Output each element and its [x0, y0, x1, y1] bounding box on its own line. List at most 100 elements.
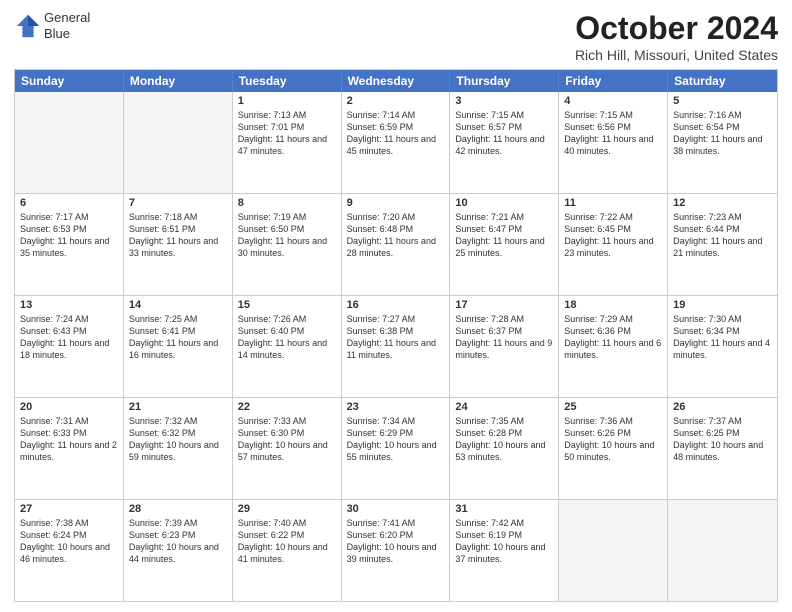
- calendar-header: Sunday Monday Tuesday Wednesday Thursday…: [15, 70, 777, 92]
- day-info: Sunrise: 7:35 AM Sunset: 6:28 PM Dayligh…: [455, 415, 553, 464]
- day-number: 31: [455, 503, 553, 515]
- table-row: 8 Sunrise: 7:19 AM Sunset: 6:50 PM Daylig…: [233, 194, 342, 295]
- day-number: 19: [673, 299, 772, 311]
- table-row: 27 Sunrise: 7:38 AM Sunset: 6:24 PM Dayli…: [15, 500, 124, 601]
- day-info: Sunrise: 7:25 AM Sunset: 6:41 PM Dayligh…: [129, 313, 227, 362]
- day-number: 4: [564, 95, 662, 107]
- logo-line2: Blue: [44, 26, 90, 42]
- day-info: Sunrise: 7:33 AM Sunset: 6:30 PM Dayligh…: [238, 415, 336, 464]
- day-number: 28: [129, 503, 227, 515]
- day-number: 12: [673, 197, 772, 209]
- day-info: Sunrise: 7:15 AM Sunset: 6:57 PM Dayligh…: [455, 109, 553, 158]
- day-info: Sunrise: 7:41 AM Sunset: 6:20 PM Dayligh…: [347, 517, 445, 566]
- table-row: 30 Sunrise: 7:41 AM Sunset: 6:20 PM Dayli…: [342, 500, 451, 601]
- table-row: 20 Sunrise: 7:31 AM Sunset: 6:33 PM Dayli…: [15, 398, 124, 499]
- day-number: 15: [238, 299, 336, 311]
- calendar-week-1: 1Sunrise: 7:13 AM Sunset: 7:01 PM Daylig…: [15, 92, 777, 193]
- day-info: Sunrise: 7:21 AM Sunset: 6:47 PM Dayligh…: [455, 211, 553, 260]
- day-info: Sunrise: 7:38 AM Sunset: 6:24 PM Dayligh…: [20, 517, 118, 566]
- day-info: Sunrise: 7:22 AM Sunset: 6:45 PM Dayligh…: [564, 211, 662, 260]
- table-row: 23Sunrise: 7:34 AM Sunset: 6:29 PM Dayli…: [342, 398, 451, 499]
- table-row: 22 Sunrise: 7:33 AM Sunset: 6:30 PM Dayli…: [233, 398, 342, 499]
- calendar-week-2: 6 Sunrise: 7:17 AM Sunset: 6:53 PM Daylig…: [15, 193, 777, 295]
- day-number: 2: [347, 95, 445, 107]
- table-row: 6 Sunrise: 7:17 AM Sunset: 6:53 PM Daylig…: [15, 194, 124, 295]
- table-row: 3 Sunrise: 7:15 AM Sunset: 6:57 PM Daylig…: [450, 92, 559, 193]
- logo-line1: General: [44, 10, 90, 26]
- day-number: 29: [238, 503, 336, 515]
- calendar-title: October 2024: [575, 10, 778, 47]
- table-row: 17Sunrise: 7:28 AM Sunset: 6:37 PM Dayli…: [450, 296, 559, 397]
- table-row: 15Sunrise: 7:26 AM Sunset: 6:40 PM Dayli…: [233, 296, 342, 397]
- page: General Blue October 2024 Rich Hill, Mis…: [0, 0, 792, 612]
- table-row: 1Sunrise: 7:13 AM Sunset: 7:01 PM Daylig…: [233, 92, 342, 193]
- day-info: Sunrise: 7:15 AM Sunset: 6:56 PM Dayligh…: [564, 109, 662, 158]
- day-info: Sunrise: 7:19 AM Sunset: 6:50 PM Dayligh…: [238, 211, 336, 260]
- table-row: 2Sunrise: 7:14 AM Sunset: 6:59 PM Daylig…: [342, 92, 451, 193]
- calendar-week-4: 20 Sunrise: 7:31 AM Sunset: 6:33 PM Dayli…: [15, 397, 777, 499]
- calendar-week-5: 27 Sunrise: 7:38 AM Sunset: 6:24 PM Dayli…: [15, 499, 777, 601]
- day-number: 24: [455, 401, 553, 413]
- table-row: 25 Sunrise: 7:36 AM Sunset: 6:26 PM Dayli…: [559, 398, 668, 499]
- table-row: 5Sunrise: 7:16 AM Sunset: 6:54 PM Daylig…: [668, 92, 777, 193]
- day-number: 25: [564, 401, 662, 413]
- day-info: Sunrise: 7:36 AM Sunset: 6:26 PM Dayligh…: [564, 415, 662, 464]
- day-info: Sunrise: 7:32 AM Sunset: 6:32 PM Dayligh…: [129, 415, 227, 464]
- day-number: 26: [673, 401, 772, 413]
- day-number: 21: [129, 401, 227, 413]
- day-number: 30: [347, 503, 445, 515]
- logo: General Blue: [14, 10, 90, 41]
- logo-icon: [14, 12, 42, 40]
- header-friday: Friday: [559, 70, 668, 92]
- table-row: 12Sunrise: 7:23 AM Sunset: 6:44 PM Dayli…: [668, 194, 777, 295]
- day-number: 3: [455, 95, 553, 107]
- day-number: 22: [238, 401, 336, 413]
- day-number: 5: [673, 95, 772, 107]
- logo-text: General Blue: [44, 10, 90, 41]
- calendar-body: 1Sunrise: 7:13 AM Sunset: 7:01 PM Daylig…: [15, 92, 777, 601]
- table-row: 19 Sunrise: 7:30 AM Sunset: 6:34 PM Dayli…: [668, 296, 777, 397]
- calendar-subtitle: Rich Hill, Missouri, United States: [575, 47, 778, 63]
- table-row: 10 Sunrise: 7:21 AM Sunset: 6:47 PM Dayli…: [450, 194, 559, 295]
- calendar-week-3: 13Sunrise: 7:24 AM Sunset: 6:43 PM Dayli…: [15, 295, 777, 397]
- table-row: 9Sunrise: 7:20 AM Sunset: 6:48 PM Daylig…: [342, 194, 451, 295]
- day-info: Sunrise: 7:40 AM Sunset: 6:22 PM Dayligh…: [238, 517, 336, 566]
- day-info: Sunrise: 7:28 AM Sunset: 6:37 PM Dayligh…: [455, 313, 553, 362]
- header-thursday: Thursday: [450, 70, 559, 92]
- day-info: Sunrise: 7:13 AM Sunset: 7:01 PM Dayligh…: [238, 109, 336, 158]
- table-row: [124, 92, 233, 193]
- day-info: Sunrise: 7:42 AM Sunset: 6:19 PM Dayligh…: [455, 517, 553, 566]
- table-row: [15, 92, 124, 193]
- table-row: 21 Sunrise: 7:32 AM Sunset: 6:32 PM Dayli…: [124, 398, 233, 499]
- table-row: 16Sunrise: 7:27 AM Sunset: 6:38 PM Dayli…: [342, 296, 451, 397]
- day-number: 6: [20, 197, 118, 209]
- day-number: 14: [129, 299, 227, 311]
- day-number: 8: [238, 197, 336, 209]
- day-info: Sunrise: 7:27 AM Sunset: 6:38 PM Dayligh…: [347, 313, 445, 362]
- day-number: 27: [20, 503, 118, 515]
- table-row: 28 Sunrise: 7:39 AM Sunset: 6:23 PM Dayli…: [124, 500, 233, 601]
- day-info: Sunrise: 7:30 AM Sunset: 6:34 PM Dayligh…: [673, 313, 772, 362]
- header-saturday: Saturday: [668, 70, 777, 92]
- day-info: Sunrise: 7:24 AM Sunset: 6:43 PM Dayligh…: [20, 313, 118, 362]
- day-info: Sunrise: 7:37 AM Sunset: 6:25 PM Dayligh…: [673, 415, 772, 464]
- day-number: 10: [455, 197, 553, 209]
- table-row: 7Sunrise: 7:18 AM Sunset: 6:51 PM Daylig…: [124, 194, 233, 295]
- table-row: 13Sunrise: 7:24 AM Sunset: 6:43 PM Dayli…: [15, 296, 124, 397]
- day-info: Sunrise: 7:17 AM Sunset: 6:53 PM Dayligh…: [20, 211, 118, 260]
- table-row: [668, 500, 777, 601]
- day-info: Sunrise: 7:29 AM Sunset: 6:36 PM Dayligh…: [564, 313, 662, 362]
- day-number: 23: [347, 401, 445, 413]
- day-number: 7: [129, 197, 227, 209]
- table-row: 18 Sunrise: 7:29 AM Sunset: 6:36 PM Dayli…: [559, 296, 668, 397]
- day-number: 11: [564, 197, 662, 209]
- day-info: Sunrise: 7:39 AM Sunset: 6:23 PM Dayligh…: [129, 517, 227, 566]
- day-number: 20: [20, 401, 118, 413]
- header-tuesday: Tuesday: [233, 70, 342, 92]
- table-row: [559, 500, 668, 601]
- table-row: 26 Sunrise: 7:37 AM Sunset: 6:25 PM Dayli…: [668, 398, 777, 499]
- table-row: 11 Sunrise: 7:22 AM Sunset: 6:45 PM Dayli…: [559, 194, 668, 295]
- table-row: 4 Sunrise: 7:15 AM Sunset: 6:56 PM Daylig…: [559, 92, 668, 193]
- day-info: Sunrise: 7:31 AM Sunset: 6:33 PM Dayligh…: [20, 415, 118, 464]
- day-number: 18: [564, 299, 662, 311]
